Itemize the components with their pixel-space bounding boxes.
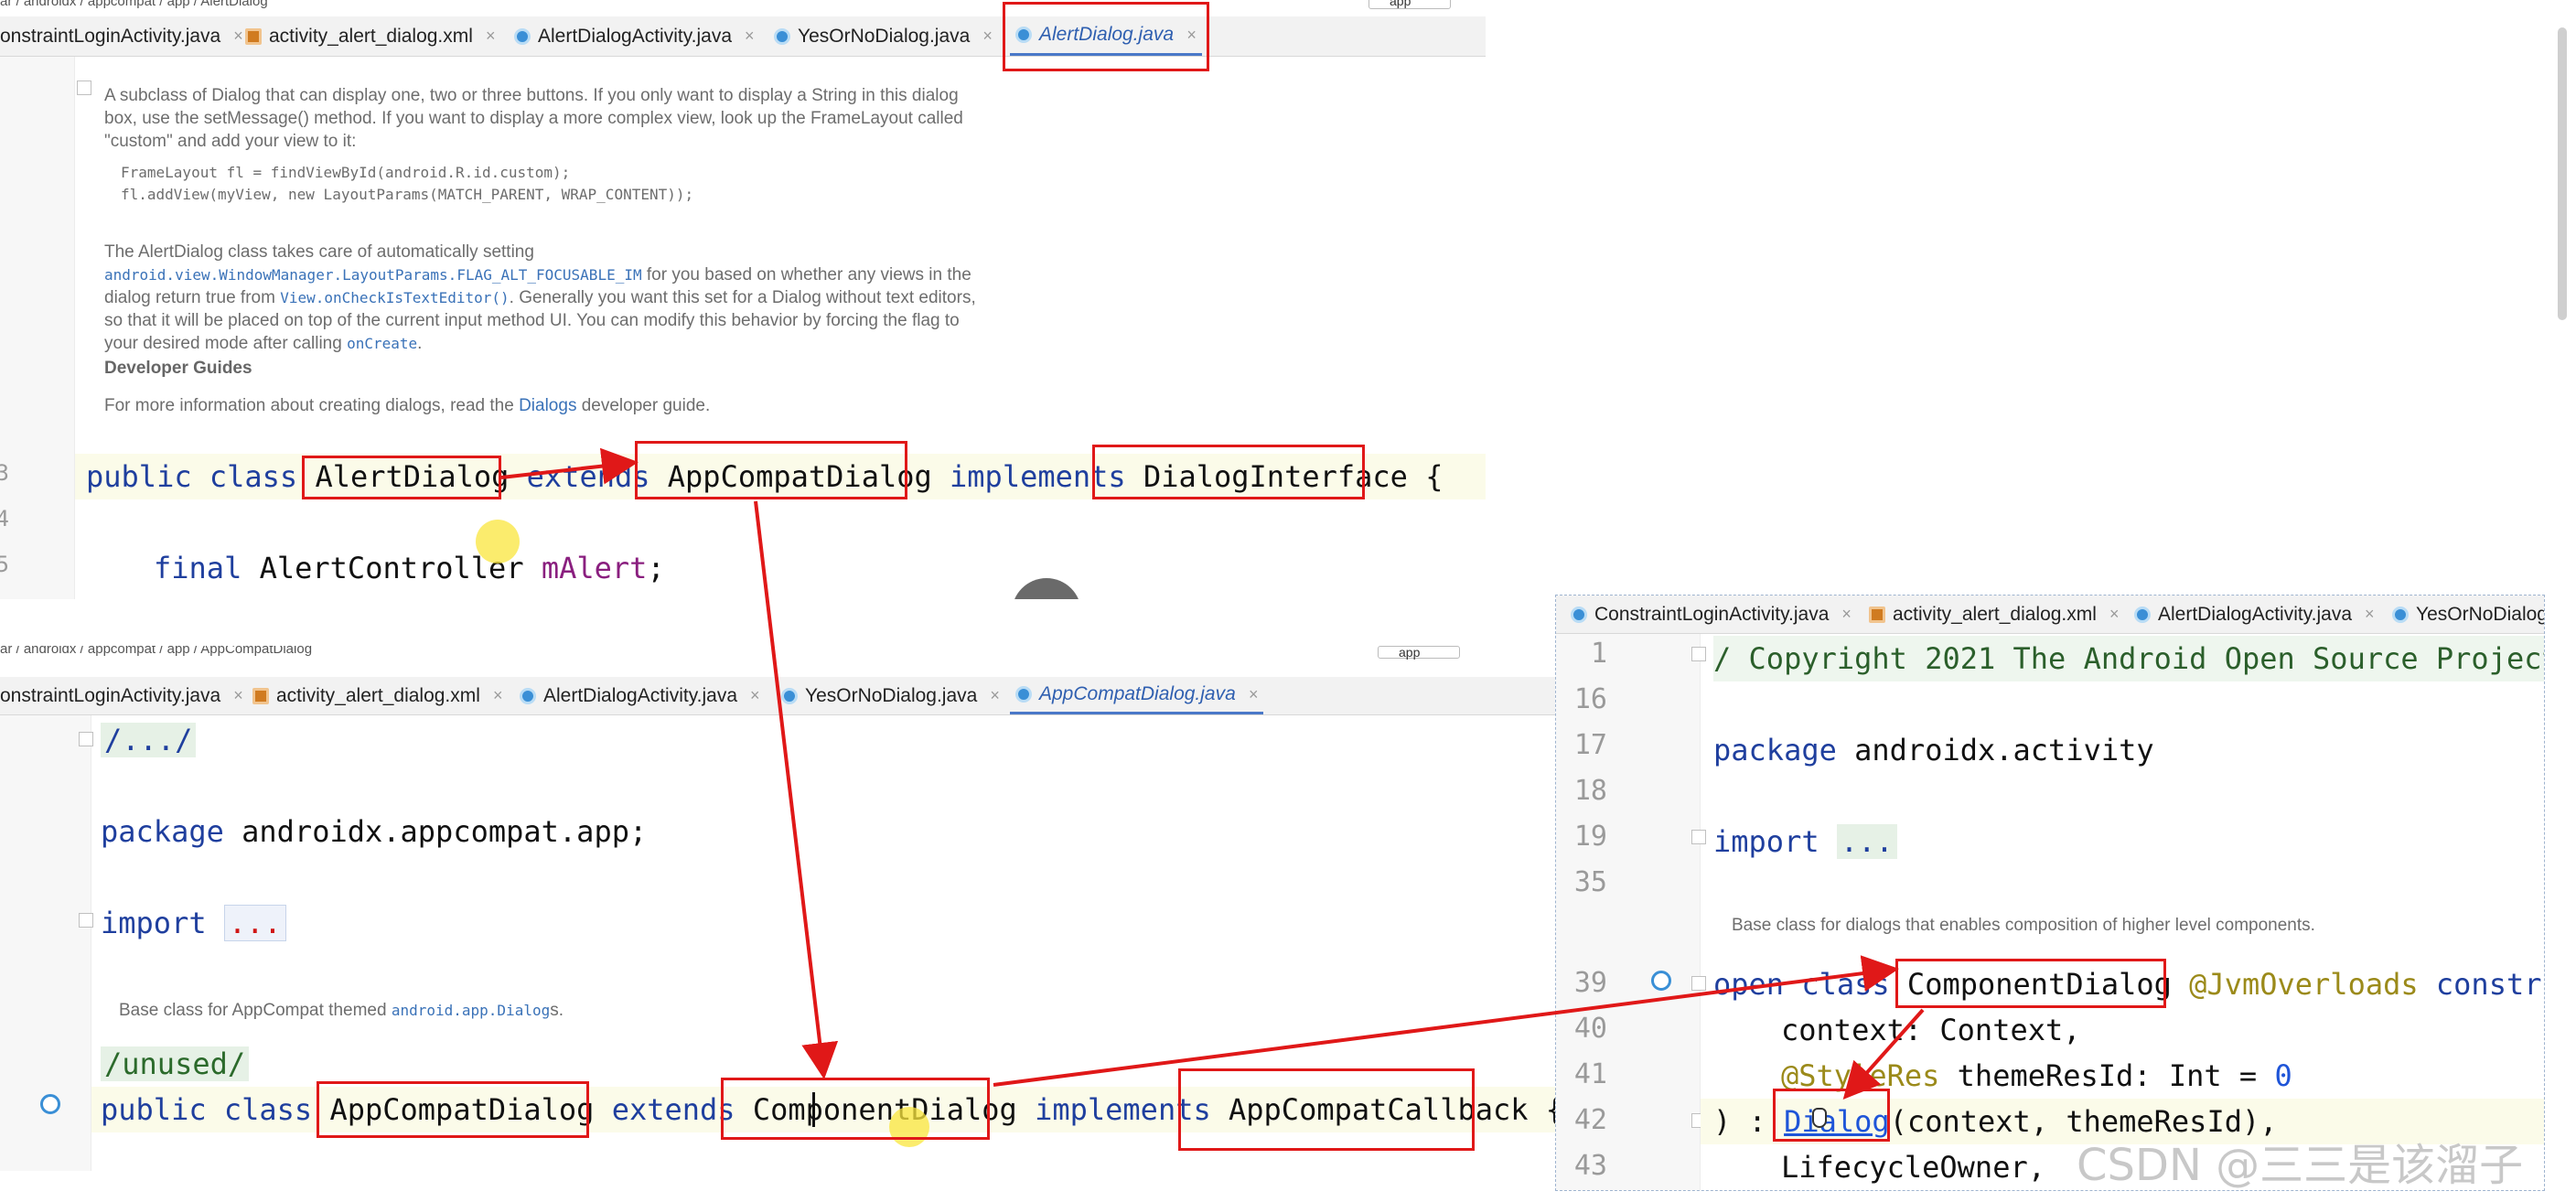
line-number: 5 — [0, 552, 9, 577]
editor-tab-bar: onstraintLoginActivity.java × activity_a… — [0, 16, 1486, 57]
line-number: 39 — [1573, 967, 1607, 999]
close-icon[interactable]: × — [990, 686, 1000, 705]
editor-tab-bar: ConstraintLoginActivity.java × activity_… — [1556, 596, 2544, 634]
breadcrumb[interactable]: ar / androidx / appcompat / app / AppCom… — [0, 646, 1555, 659]
tab-alert-dialog-activity[interactable]: AlertDialogActivity.java × — [514, 677, 766, 714]
doc-link-android-app-dialog[interactable]: android.app.Dialog — [392, 1002, 550, 1019]
line-number: 42 — [1573, 1104, 1607, 1136]
fold-marker[interactable] — [1691, 976, 1706, 991]
mouse-cursor-highlight — [476, 520, 520, 563]
close-icon[interactable]: × — [750, 686, 760, 705]
override-gutter-icon[interactable] — [40, 1094, 60, 1114]
javadoc-block: A subclass of Dialog that can display on… — [104, 84, 982, 417]
close-icon[interactable]: × — [2109, 605, 2120, 624]
close-icon[interactable]: × — [2365, 605, 2375, 624]
line-gutter — [0, 57, 75, 599]
close-icon[interactable]: × — [982, 27, 993, 46]
tab-activity-alert-dialog-xml[interactable]: activity_alert_dialog.xml × — [240, 16, 500, 56]
line-number: 18 — [1573, 775, 1607, 807]
close-icon[interactable]: × — [1249, 685, 1259, 704]
kdoc-block: Base class for dialogs that enables comp… — [1732, 916, 2315, 935]
annotation-box-appcompatcallback — [1178, 1068, 1475, 1151]
run-config-dropdown[interactable]: app — [1378, 646, 1460, 659]
java-class-icon — [1571, 606, 1587, 623]
close-icon[interactable]: × — [233, 686, 243, 705]
editor-panel-alertdialog: ar / androidx / appcompat / app / AlertD… — [0, 0, 1486, 599]
line-number: 3 — [0, 460, 9, 486]
line-number: 16 — [1573, 683, 1607, 715]
run-config-dropdown[interactable]: app — [1368, 0, 1451, 9]
line-number: 4 — [0, 506, 9, 531]
copyright-fold[interactable]: /.../ — [101, 717, 197, 763]
annotation-box-componentdialog-bottom — [721, 1078, 990, 1140]
line-number: 35 — [1573, 866, 1607, 898]
close-icon[interactable]: × — [745, 27, 755, 46]
java-class-icon — [1015, 686, 1032, 703]
fold-marker[interactable] — [77, 80, 91, 95]
copyright-fold[interactable]: / Copyright 2021 The Android Open Source… — [1713, 636, 2544, 681]
line-number: 40 — [1573, 1013, 1607, 1045]
vertical-scrollbar[interactable] — [2558, 27, 2567, 320]
param-context-line: context: Context, — [1781, 1013, 2081, 1047]
xml-file-icon — [1869, 606, 1885, 623]
tab-alert-dialog-activity[interactable]: AlertDialogActivity.java × — [2129, 596, 2380, 633]
java-class-icon — [774, 27, 790, 45]
tab-constraint-login[interactable]: onstraintLoginActivity.java × — [0, 677, 249, 714]
fold-marker[interactable] — [79, 732, 93, 746]
java-class-icon — [520, 687, 536, 704]
line-number: 41 — [1573, 1058, 1607, 1090]
javadoc-block: Base class for AppCompat themed android.… — [119, 1001, 564, 1020]
tab-alert-dialog-activity[interactable]: AlertDialogActivity.java × — [509, 16, 760, 56]
loading-indicator — [1012, 578, 1081, 599]
editor-tab-bar: onstraintLoginActivity.java × activity_a… — [0, 677, 1555, 715]
tab-yes-or-no-dialog[interactable]: YesOrNoDialog — [2387, 596, 2544, 633]
csdn-watermark: CSDN @三三是该溜子 — [2077, 1140, 2524, 1191]
breadcrumb[interactable]: ar / androidx / appcompat / app / AlertD… — [0, 0, 1486, 11]
annotation-box-dialog-call — [1773, 1089, 1890, 1142]
tab-appcompat-dialog[interactable]: AppCompatDialog.java × — [1010, 677, 1264, 714]
java-class-icon — [514, 27, 531, 45]
line-number: 17 — [1573, 729, 1607, 761]
annotation-box-active-tab — [1003, 2, 1209, 71]
tab-yes-or-no-dialog[interactable]: YesOrNoDialog.java × — [768, 16, 998, 56]
line-number: 43 — [1573, 1150, 1607, 1182]
tab-yes-or-no-dialog[interactable]: YesOrNoDialog.java × — [776, 677, 1005, 714]
unused-annotation: /unused/ — [101, 1041, 250, 1087]
fold-marker[interactable] — [79, 913, 93, 928]
xml-file-icon — [245, 27, 262, 45]
tab-constraint-login[interactable]: onstraintLoginActivity.java × — [0, 16, 249, 56]
doc-link-view[interactable]: View.onCheckIsTextEditor() — [280, 289, 509, 306]
import-line[interactable]: import ... — [1713, 819, 1897, 864]
package-line: package androidx.appcompat.app; — [101, 814, 648, 849]
java-class-icon — [2392, 606, 2409, 623]
xml-file-icon — [252, 687, 269, 704]
fold-marker[interactable] — [1691, 647, 1706, 661]
line-number: 19 — [1573, 821, 1607, 853]
override-gutter-icon[interactable] — [1651, 971, 1671, 991]
doc-heading: Developer Guides — [104, 359, 252, 378]
close-icon[interactable]: × — [1841, 605, 1852, 624]
annotation-box-appcompatdialog-bottom — [317, 1081, 589, 1138]
tab-constraint-login[interactable]: ConstraintLoginActivity.java × — [1565, 596, 1857, 633]
annotation-box-dialoginterface — [1092, 445, 1365, 499]
close-icon[interactable]: × — [493, 686, 503, 705]
import-line[interactable]: import ... — [101, 900, 286, 946]
interface-lifecycleowner-line: LifecycleOwner, — [1781, 1150, 2045, 1185]
field-declaration-line[interactable]: final AlertController mAlert; — [154, 545, 665, 591]
package-line: package androidx.activity — [1713, 733, 2154, 767]
java-class-icon — [2134, 606, 2151, 623]
dialogs-guide-link[interactable]: Dialogs — [519, 396, 576, 415]
annotation-box-componentdialog-right — [1895, 959, 2166, 1008]
doc-link-layoutparams[interactable]: android.view.WindowManager.LayoutParams.… — [104, 266, 642, 284]
editor-panel-componentdialog: ConstraintLoginActivity.java × activity_… — [1555, 595, 2545, 1191]
annotation-box-appcompatdialog-top — [635, 441, 907, 499]
doc-link-oncreate[interactable]: onCreate — [347, 335, 417, 352]
annotation-box-alertdialog — [302, 456, 501, 499]
close-icon[interactable]: × — [486, 27, 496, 46]
tab-activity-alert-dialog-xml[interactable]: activity_alert_dialog.xml × — [247, 677, 508, 714]
tab-activity-alert-dialog-xml[interactable]: activity_alert_dialog.xml × — [1863, 596, 2124, 633]
line-number: 1 — [1590, 638, 1607, 670]
java-class-icon — [781, 687, 798, 704]
fold-marker[interactable] — [1691, 830, 1706, 844]
